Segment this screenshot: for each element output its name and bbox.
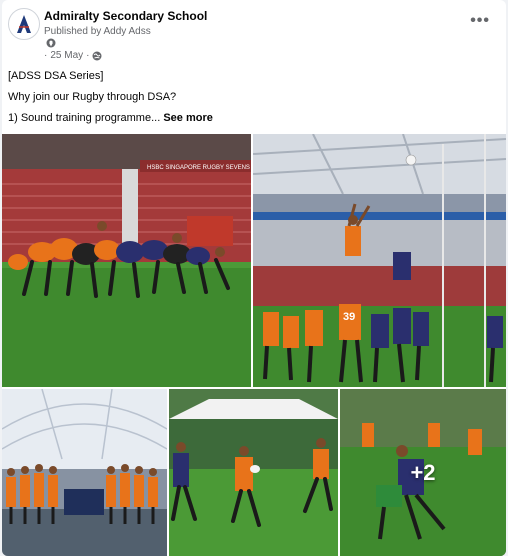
stadium-banner: HSBC SINGAPORE RUGBY SEVENS: [147, 165, 250, 171]
post-text-truncated: 1) Sound training programme...: [8, 112, 161, 124]
post-text-line-1: [ADSS DSA Series]: [8, 70, 104, 82]
post-card: Admiralty Secondary School Published by …: [2, 0, 506, 556]
photo-lineout-image: 39: [253, 134, 506, 387]
photo-team-image: [2, 389, 167, 556]
more-photos-count: +2: [410, 459, 436, 485]
more-options-icon[interactable]: •••: [470, 12, 490, 30]
date-separator-2: ·: [86, 50, 90, 61]
date-separator: ·: [44, 50, 48, 61]
photo-training-image: [169, 389, 338, 556]
photo-tackle-more[interactable]: +2: [340, 389, 506, 556]
jersey-number: 39: [343, 311, 355, 323]
school-crest-icon: [17, 15, 31, 33]
page-name[interactable]: Admiralty Secondary School: [44, 9, 207, 23]
globe-icon: [92, 51, 102, 60]
post-text-line-3: 1) Sound training programme... See more: [8, 112, 213, 124]
post-header: Admiralty Secondary School Published by …: [2, 0, 506, 64]
post-meta: · 25 May ·: [44, 50, 102, 61]
page-avatar[interactable]: [8, 8, 40, 40]
published-by[interactable]: Published by Addy Adss: [44, 26, 151, 37]
photo-training[interactable]: [169, 389, 338, 556]
post-date[interactable]: 25 May: [50, 50, 83, 61]
photo-scrum-image: HSBC SINGAPORE RUGBY SEVENS: [2, 134, 251, 387]
photo-team[interactable]: [2, 389, 167, 556]
photo-lineout[interactable]: 39: [253, 134, 506, 387]
photo-scrum[interactable]: HSBC SINGAPORE RUGBY SEVENS: [2, 134, 251, 387]
location-pin-icon[interactable]: [46, 38, 56, 48]
post-text-line-2: Why join our Rugby through DSA?: [8, 91, 177, 103]
see-more-link[interactable]: See more: [163, 112, 213, 124]
